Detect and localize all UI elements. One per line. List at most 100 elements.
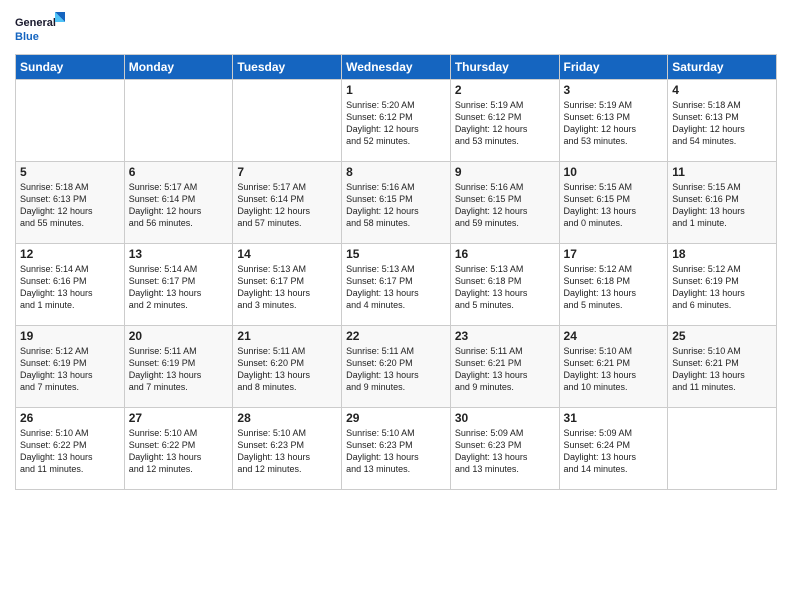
calendar-cell: 22 Sunrise: 5:11 AM Sunset: 6:20 PM Dayli…	[342, 326, 451, 408]
calendar-cell: 16Sunrise: 5:13 AM Sunset: 6:18 PM Dayli…	[450, 244, 559, 326]
day-info: Sunrise: 5:10 AM Sunset: 6:23 PM Dayligh…	[346, 427, 446, 476]
day-info: Sunrise: 5:16 AM Sunset: 6:15 PM Dayligh…	[346, 181, 446, 230]
day-info: Sunrise: 5:16 AM Sunset: 6:15 PM Dayligh…	[455, 181, 555, 230]
day-info: Sunrise: 5:20 AM Sunset: 6:12 PM Dayligh…	[346, 99, 446, 148]
calendar-cell: 3 Sunrise: 5:19 AM Sunset: 6:13 PM Daylig…	[559, 80, 668, 162]
day-number: 4	[672, 83, 772, 97]
day-info: Sunrise: 5:11 AM Sunset: 6:20 PM Dayligh…	[237, 345, 337, 394]
calendar-cell: 23 Sunrise: 5:11 AM Sunset: 6:21 PM Dayli…	[450, 326, 559, 408]
day-number: 23	[455, 329, 555, 343]
day-number: 21	[237, 329, 337, 343]
day-info: Sunrise: 5:10 AM Sunset: 6:22 PM Dayligh…	[20, 427, 120, 476]
day-info: Sunrise: 5:09 AM Sunset: 6:23 PM Dayligh…	[455, 427, 555, 476]
day-number: 31	[564, 411, 664, 425]
weekday-header-friday: Friday	[559, 55, 668, 80]
day-info: Sunrise: 5:18 AM Sunset: 6:13 PM Dayligh…	[672, 99, 772, 148]
day-number: 30	[455, 411, 555, 425]
day-info: Sunrise: 5:19 AM Sunset: 6:13 PM Dayligh…	[564, 99, 664, 148]
day-info: Sunrise: 5:11 AM Sunset: 6:19 PM Dayligh…	[129, 345, 229, 394]
day-number: 19	[20, 329, 120, 343]
week-row-1: 1 Sunrise: 5:20 AM Sunset: 6:12 PM Daylig…	[16, 80, 777, 162]
day-number: 7	[237, 165, 337, 179]
calendar-cell	[16, 80, 125, 162]
day-info: Sunrise: 5:14 AM Sunset: 6:16 PM Dayligh…	[20, 263, 120, 312]
weekday-header-wednesday: Wednesday	[342, 55, 451, 80]
day-info: Sunrise: 5:11 AM Sunset: 6:20 PM Dayligh…	[346, 345, 446, 394]
day-info: Sunrise: 5:13 AM Sunset: 6:17 PM Dayligh…	[237, 263, 337, 312]
calendar-cell: 4 Sunrise: 5:18 AM Sunset: 6:13 PM Daylig…	[668, 80, 777, 162]
calendar-cell: 28 Sunrise: 5:10 AM Sunset: 6:23 PM Dayli…	[233, 408, 342, 490]
logo: General Blue	[15, 10, 65, 48]
day-info: Sunrise: 5:14 AM Sunset: 6:17 PM Dayligh…	[129, 263, 229, 312]
calendar-cell: 26 Sunrise: 5:10 AM Sunset: 6:22 PM Dayli…	[16, 408, 125, 490]
day-info: Sunrise: 5:17 AM Sunset: 6:14 PM Dayligh…	[129, 181, 229, 230]
calendar-cell: 13 Sunrise: 5:14 AM Sunset: 6:17 PM Dayli…	[124, 244, 233, 326]
week-row-4: 19Sunrise: 5:12 AM Sunset: 6:19 PM Dayli…	[16, 326, 777, 408]
weekday-header-monday: Monday	[124, 55, 233, 80]
day-number: 8	[346, 165, 446, 179]
calendar-cell	[668, 408, 777, 490]
day-number: 18	[672, 247, 772, 261]
day-number: 14	[237, 247, 337, 261]
day-number: 5	[20, 165, 120, 179]
day-number: 28	[237, 411, 337, 425]
day-number: 25	[672, 329, 772, 343]
day-number: 29	[346, 411, 446, 425]
calendar-cell: 20Sunrise: 5:11 AM Sunset: 6:19 PM Dayli…	[124, 326, 233, 408]
calendar-cell: 21 Sunrise: 5:11 AM Sunset: 6:20 PM Dayli…	[233, 326, 342, 408]
weekday-header-saturday: Saturday	[668, 55, 777, 80]
day-info: Sunrise: 5:13 AM Sunset: 6:17 PM Dayligh…	[346, 263, 446, 312]
weekday-header-sunday: Sunday	[16, 55, 125, 80]
svg-text:Blue: Blue	[15, 31, 39, 43]
day-number: 2	[455, 83, 555, 97]
calendar-cell: 29 Sunrise: 5:10 AM Sunset: 6:23 PM Dayli…	[342, 408, 451, 490]
day-number: 10	[564, 165, 664, 179]
day-info: Sunrise: 5:10 AM Sunset: 6:22 PM Dayligh…	[129, 427, 229, 476]
day-info: Sunrise: 5:17 AM Sunset: 6:14 PM Dayligh…	[237, 181, 337, 230]
calendar-cell: 24 Sunrise: 5:10 AM Sunset: 6:21 PM Dayli…	[559, 326, 668, 408]
week-row-2: 5Sunrise: 5:18 AM Sunset: 6:13 PM Daylig…	[16, 162, 777, 244]
day-number: 22	[346, 329, 446, 343]
calendar-cell: 2 Sunrise: 5:19 AM Sunset: 6:12 PM Daylig…	[450, 80, 559, 162]
day-number: 12	[20, 247, 120, 261]
calendar-cell: 25Sunrise: 5:10 AM Sunset: 6:21 PM Dayli…	[668, 326, 777, 408]
day-number: 3	[564, 83, 664, 97]
day-number: 11	[672, 165, 772, 179]
calendar-cell: 6Sunrise: 5:17 AM Sunset: 6:14 PM Daylig…	[124, 162, 233, 244]
day-info: Sunrise: 5:15 AM Sunset: 6:16 PM Dayligh…	[672, 181, 772, 230]
calendar-cell: 1 Sunrise: 5:20 AM Sunset: 6:12 PM Daylig…	[342, 80, 451, 162]
day-number: 16	[455, 247, 555, 261]
calendar-table: SundayMondayTuesdayWednesdayThursdayFrid…	[15, 54, 777, 490]
page-container: General Blue SundayMondayTuesdayWednesda…	[0, 0, 792, 500]
day-info: Sunrise: 5:10 AM Sunset: 6:23 PM Dayligh…	[237, 427, 337, 476]
day-info: Sunrise: 5:12 AM Sunset: 6:18 PM Dayligh…	[564, 263, 664, 312]
day-number: 9	[455, 165, 555, 179]
weekday-header-row: SundayMondayTuesdayWednesdayThursdayFrid…	[16, 55, 777, 80]
calendar-cell	[124, 80, 233, 162]
week-row-5: 26 Sunrise: 5:10 AM Sunset: 6:22 PM Dayli…	[16, 408, 777, 490]
day-number: 13	[129, 247, 229, 261]
calendar-cell: 30 Sunrise: 5:09 AM Sunset: 6:23 PM Dayli…	[450, 408, 559, 490]
calendar-cell: 12 Sunrise: 5:14 AM Sunset: 6:16 PM Dayli…	[16, 244, 125, 326]
calendar-cell: 18 Sunrise: 5:12 AM Sunset: 6:19 PM Dayli…	[668, 244, 777, 326]
weekday-header-thursday: Thursday	[450, 55, 559, 80]
day-info: Sunrise: 5:10 AM Sunset: 6:21 PM Dayligh…	[564, 345, 664, 394]
calendar-cell: 10 Sunrise: 5:15 AM Sunset: 6:15 PM Dayli…	[559, 162, 668, 244]
week-row-3: 12 Sunrise: 5:14 AM Sunset: 6:16 PM Dayli…	[16, 244, 777, 326]
day-info: Sunrise: 5:15 AM Sunset: 6:15 PM Dayligh…	[564, 181, 664, 230]
day-info: Sunrise: 5:12 AM Sunset: 6:19 PM Dayligh…	[672, 263, 772, 312]
day-number: 24	[564, 329, 664, 343]
day-info: Sunrise: 5:11 AM Sunset: 6:21 PM Dayligh…	[455, 345, 555, 394]
header: General Blue	[15, 10, 777, 48]
day-info: Sunrise: 5:19 AM Sunset: 6:12 PM Dayligh…	[455, 99, 555, 148]
day-info: Sunrise: 5:09 AM Sunset: 6:24 PM Dayligh…	[564, 427, 664, 476]
calendar-cell: 9 Sunrise: 5:16 AM Sunset: 6:15 PM Daylig…	[450, 162, 559, 244]
day-number: 1	[346, 83, 446, 97]
calendar-cell: 8 Sunrise: 5:16 AM Sunset: 6:15 PM Daylig…	[342, 162, 451, 244]
calendar-cell: 5Sunrise: 5:18 AM Sunset: 6:13 PM Daylig…	[16, 162, 125, 244]
calendar-cell	[233, 80, 342, 162]
calendar-cell: 14 Sunrise: 5:13 AM Sunset: 6:17 PM Dayli…	[233, 244, 342, 326]
day-number: 26	[20, 411, 120, 425]
day-number: 17	[564, 247, 664, 261]
calendar-cell: 15Sunrise: 5:13 AM Sunset: 6:17 PM Dayli…	[342, 244, 451, 326]
